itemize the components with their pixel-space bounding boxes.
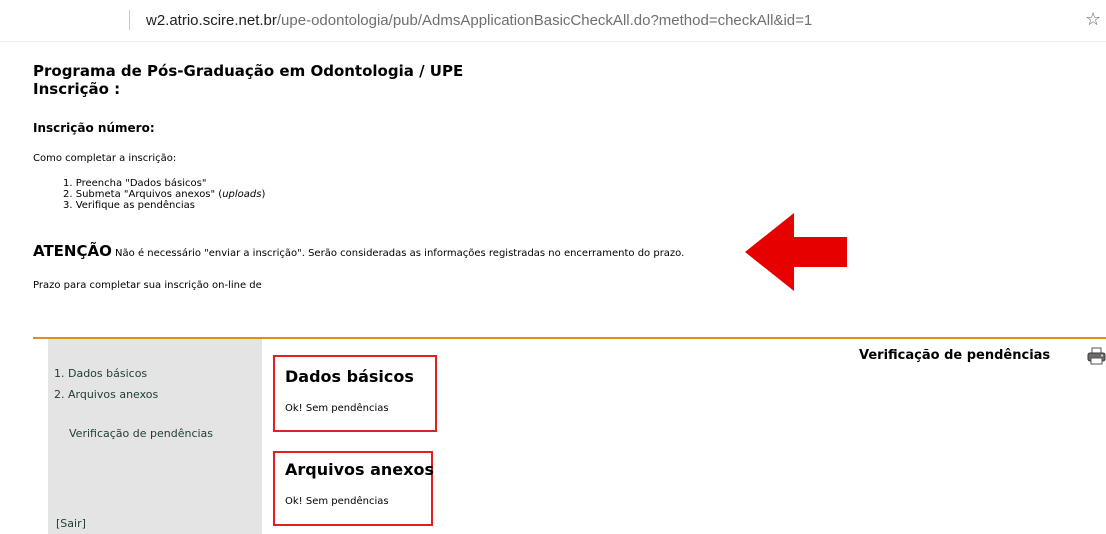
verification-heading: Verificação de pendências <box>859 348 1051 363</box>
sidebar-item-verificacao[interactable]: Verificação de pendências <box>69 427 213 440</box>
attention-label: ATENÇÃO <box>33 242 112 260</box>
section-status: Ok! Sem pendências <box>285 403 389 414</box>
sidebar-item-arquivos-anexos[interactable]: 2. Arquivos anexos <box>54 388 158 401</box>
attention-text: Não é necessário "enviar a inscrição". S… <box>115 248 685 259</box>
page-title: Programa de Pós-Graduação em Odontologia… <box>33 62 463 98</box>
browser-address-bar: w2.atrio.scire.net.br/upe-odontologia/pu… <box>0 0 1106 42</box>
logout-link[interactable]: [Sair] <box>56 517 86 530</box>
bookmark-star-icon[interactable]: ☆ <box>1085 9 1101 30</box>
step-item: 3. Verifique as pendências <box>63 200 195 211</box>
section-arquivos-anexos: Arquivos anexos Ok! Sem pendências <box>273 451 434 526</box>
program-title: Programa de Pós-Graduação em Odontologia… <box>33 62 464 80</box>
section-title: Arquivos anexos <box>285 460 434 479</box>
section-status: Ok! Sem pendências <box>285 496 389 507</box>
section-title: Dados básicos <box>285 367 414 386</box>
instructions-heading: Como completar a inscrição: <box>33 153 177 164</box>
sidebar-item-dados-basicos[interactable]: 1. Dados básicos <box>54 367 147 380</box>
registration-number-label: Inscrição número: <box>33 121 155 135</box>
address-bar-border <box>0 41 1106 42</box>
address-bar-divider <box>129 10 130 30</box>
instructions-steps: 1. Preencha "Dados básicos" 2. Submeta "… <box>63 178 265 211</box>
left-arrow-icon <box>745 213 847 291</box>
step-item: 1. Preencha "Dados básicos" <box>63 178 207 189</box>
section-dados-basicos: Dados básicos Ok! Sem pendências <box>273 355 437 432</box>
printer-icon[interactable] <box>1087 347 1106 365</box>
url-host: w2.atrio.scire.net.br <box>146 12 277 29</box>
url-path: /upe-odontologia/pub/AdmsApplicationBasi… <box>276 12 813 29</box>
registration-subtitle: Inscrição : <box>33 80 121 98</box>
url-field[interactable]: w2.atrio.scire.net.br/upe-odontologia/pu… <box>146 12 812 29</box>
step-item: 2. Submeta "Arquivos anexos" (uploads) <box>63 189 266 200</box>
attention-notice: ATENÇÃO Não é necessário "enviar a inscr… <box>33 242 684 260</box>
sidebar: 1. Dados básicos 2. Arquivos anexos Veri… <box>48 339 262 534</box>
deadline-text: Prazo para completar sua inscrição on-li… <box>33 280 262 291</box>
